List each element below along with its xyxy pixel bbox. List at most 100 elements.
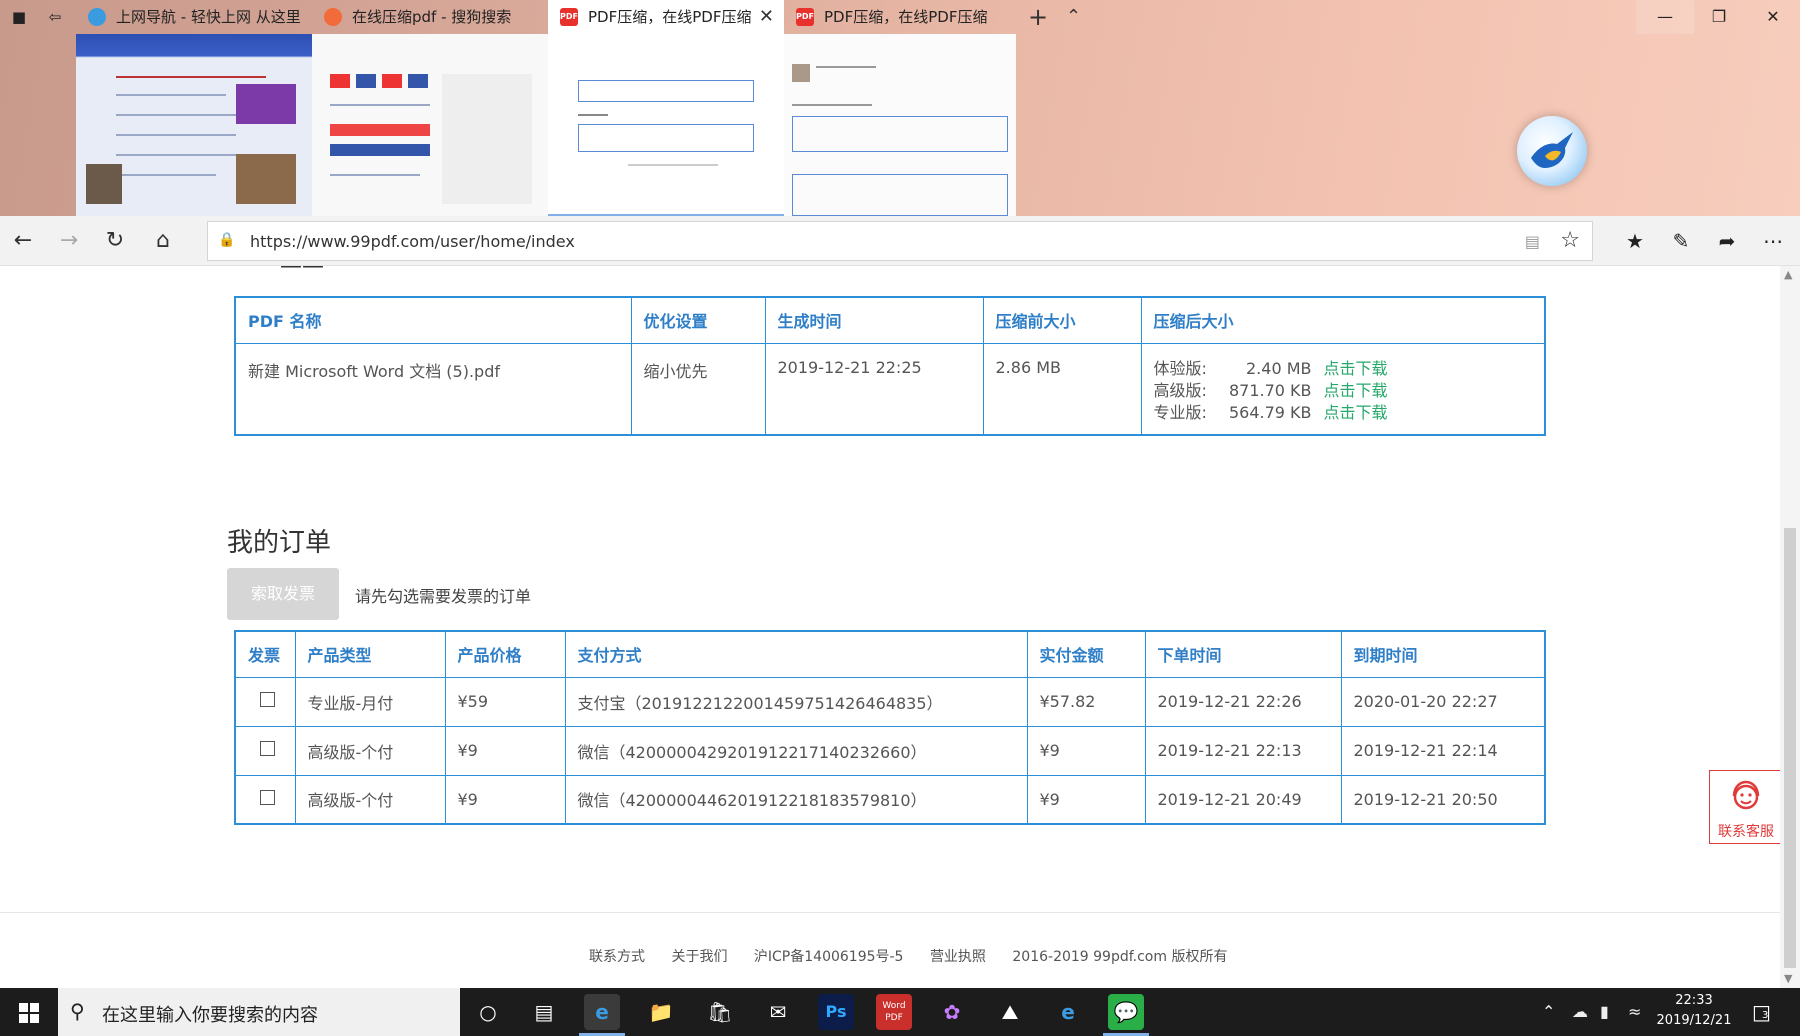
paid-amount: ¥57.82 — [1026, 676, 1146, 727]
photoshop-icon[interactable]: Ps — [818, 994, 854, 1030]
favorites-hub-icon[interactable]: ★ — [1620, 226, 1650, 256]
tab-nav[interactable]: 上网导航 - 轻快上网 从这里 — [76, 0, 312, 34]
tab-bar: ■ ⇦ 上网导航 - 轻快上网 从这里 在线压缩pdf - 搜狗搜索 PDF P… — [0, 0, 1800, 34]
edge-icon[interactable]: e — [584, 994, 620, 1030]
refresh-icon[interactable]: ↻ — [100, 226, 130, 256]
tab-sogou[interactable]: 在线压缩pdf - 搜狗搜索 — [312, 0, 548, 34]
download-link[interactable]: 点击下载 — [1324, 358, 1388, 380]
cortana-icon[interactable]: ○ — [470, 994, 506, 1030]
close-icon[interactable]: ✕ — [759, 0, 774, 34]
tab-preview-pdf-active[interactable] — [548, 34, 784, 216]
col-header: 发票 — [234, 630, 296, 678]
notification-count: 3 — [1762, 1010, 1769, 1021]
store-icon[interactable]: 🛍 — [702, 994, 738, 1030]
wifi-icon[interactable]: ≈ — [1628, 1002, 1641, 1021]
pdf-icon: PDF — [560, 8, 578, 26]
forward-arrow-icon[interactable]: → — [54, 226, 84, 256]
network-error-icon[interactable]: ☁ — [1572, 1002, 1588, 1021]
scrollbar-thumb[interactable] — [1784, 528, 1796, 968]
footer-link-icp[interactable]: 沪ICP备14006195号-5 — [754, 949, 904, 965]
task-view-icon[interactable]: ▤ — [526, 994, 562, 1030]
tab-strip: ■ ⇦ 上网导航 - 轻快上网 从这里 在线压缩pdf - 搜狗搜索 PDF P… — [0, 0, 1800, 216]
star-favorite-icon[interactable]: ☆ — [1560, 228, 1580, 253]
tab-title: PDF压缩，在线PDF压缩 — [824, 8, 988, 26]
footer-link-about[interactable]: 关于我们 — [671, 949, 727, 965]
customer-service-button[interactable]: 联系客服 — [1709, 770, 1781, 844]
address-toolbar: ← → ↻ ⌂ 🔒 https://www.99pdf.com/user/hom… — [0, 216, 1800, 266]
orders-table: 发票 产品类型 产品价格 支付方式 实付金额 下单时间 到期时间 专业版-月付 … — [234, 630, 1546, 825]
download-link[interactable]: 点击下载 — [1324, 380, 1388, 402]
invoice-checkbox[interactable] — [260, 789, 275, 805]
pen-notes-icon[interactable]: ✎ — [1666, 226, 1696, 256]
invoice-hint: 请先勾选需要发票的订单 — [355, 587, 532, 606]
size-after-cell: 体验版: 2.40 MB 点击下载 高级版: 871.70 KB 点击下载 专业… — [1140, 342, 1546, 436]
tab-pdf[interactable]: PDF PDF压缩，在线PDF压缩 — [784, 0, 1016, 34]
share-icon[interactable]: ➦ — [1712, 226, 1742, 256]
col-header: 产品价格 — [444, 630, 566, 678]
address-bar[interactable]: 🔒 https://www.99pdf.com/user/home/index … — [207, 221, 1593, 261]
wechat-icon[interactable]: 💬 — [1108, 994, 1144, 1030]
more-menu-icon[interactable]: ⋯ — [1758, 226, 1788, 256]
order-time: 2019-12-21 20:49 — [1144, 774, 1342, 825]
download-link[interactable]: 点击下载 — [1324, 402, 1388, 424]
home-icon[interactable]: ⌂ — [148, 226, 178, 256]
system-clock[interactable]: 22:33 2019/12/21 — [1646, 991, 1742, 1031]
reading-view-icon[interactable]: ▤ — [1525, 232, 1540, 251]
sogou-icon — [324, 8, 342, 26]
new-tab-icon[interactable]: + — [1028, 3, 1048, 31]
payment-method: 微信（4200000429201912217140232660） — [564, 725, 1028, 776]
col-header: 实付金额 — [1026, 630, 1146, 678]
word-to-pdf-icon[interactable]: Word PDF — [876, 994, 912, 1030]
product-type: 高级版-个付 — [294, 774, 446, 825]
product-type: 高级版-个付 — [294, 725, 446, 776]
invoice-checkbox[interactable] — [260, 741, 275, 756]
file-explorer-icon[interactable]: 📁 — [643, 994, 679, 1030]
search-icon: ⚲ — [70, 999, 85, 1023]
col-header: 产品类型 — [294, 630, 446, 678]
page-scrollbar[interactable]: ▲ ▼ — [1780, 266, 1800, 988]
url-text[interactable]: https://www.99pdf.com/user/home/index — [250, 232, 575, 251]
tabs-aside-icon[interactable]: ⇦ — [44, 7, 66, 27]
tab-pdf-active[interactable]: PDF PDF压缩，在线PDF压缩 ✕ — [548, 0, 784, 34]
tab-preview-sogou[interactable] — [312, 34, 548, 216]
search-placeholder[interactable]: 在这里输入你要搜索的内容 — [102, 1001, 318, 1027]
version-row: 高级版: 871.70 KB 点击下载 — [1154, 380, 1545, 402]
chevron-up-icon[interactable]: ⌃ — [1066, 3, 1081, 31]
col-header: 支付方式 — [564, 630, 1028, 678]
tab-actions-icon[interactable]: ■ — [8, 7, 30, 27]
battery-icon[interactable]: ▮ — [1600, 1002, 1609, 1021]
request-invoice-button[interactable]: 索取发票 — [227, 568, 339, 620]
tab-title: PDF压缩，在线PDF压缩 — [588, 8, 752, 26]
invoice-checkbox[interactable] — [260, 692, 275, 707]
invoice-checkbox-cell — [234, 774, 296, 825]
paint-3d-icon[interactable]: ✿ — [934, 994, 970, 1030]
close-window-button[interactable]: ✕ — [1744, 0, 1800, 34]
col-header: PDF 名称 — [234, 296, 632, 344]
ie-icon[interactable]: e — [1050, 994, 1086, 1030]
table-header-row: PDF 名称 优化设置 生成时间 压缩前大小 压缩后大小 — [234, 296, 1546, 344]
paid-amount: ¥9 — [1026, 774, 1146, 825]
back-arrow-icon[interactable]: ← — [8, 226, 38, 256]
start-button[interactable] — [0, 988, 58, 1036]
tab-preview-pdf[interactable] — [784, 34, 1016, 216]
product-type: 专业版-月付 — [294, 676, 446, 727]
version-size: 564.79 KB — [1228, 402, 1312, 422]
scroll-down-icon[interactable]: ▼ — [1784, 972, 1792, 985]
compression-result-table: PDF 名称 优化设置 生成时间 压缩前大小 压缩后大小 新建 Microsof… — [234, 296, 1546, 436]
footer-link-contact[interactable]: 联系方式 — [589, 949, 645, 965]
pdf-icon: PDF — [796, 8, 814, 26]
tab-preview-nav[interactable] — [76, 34, 312, 216]
mail-icon[interactable]: ✉ — [760, 994, 796, 1030]
expire-time: 2019-12-21 20:50 — [1340, 774, 1546, 825]
scroll-up-icon[interactable]: ▲ — [1784, 268, 1792, 281]
maximize-button[interactable]: ❐ — [1690, 0, 1748, 34]
payment-method: 支付宝（2019122122001459751426464835） — [564, 676, 1028, 727]
version-size: 2.40 MB — [1246, 358, 1312, 378]
taskbar-search[interactable]: ⚲ 在这里输入你要搜索的内容 — [58, 988, 460, 1036]
edge-nav-icon — [88, 8, 106, 26]
photos-icon[interactable]: ⛰ — [992, 994, 1028, 1030]
customer-service-label: 联系客服 — [1718, 824, 1774, 840]
chevron-up-icon[interactable]: ⌃ — [1542, 1002, 1555, 1021]
minimize-button[interactable]: — — [1636, 0, 1694, 34]
footer-link-license[interactable]: 营业执照 — [930, 949, 986, 965]
